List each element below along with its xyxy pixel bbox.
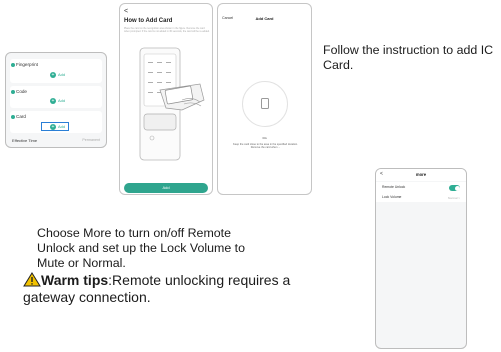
code-dot-icon (11, 90, 15, 94)
back-icon[interactable]: < (124, 8, 128, 15)
add-button[interactable]: Add (124, 183, 208, 193)
more-instruction: Choose More to turn on/off Remote Unlock… (37, 226, 246, 270)
code-add-button[interactable]: + Add (50, 98, 65, 104)
effective-time-label: Effective Time (12, 138, 38, 143)
warm-tips-title: Warm tips (41, 272, 109, 288)
card-row: Card + Add (10, 111, 102, 133)
instruction-text: Place the card on the recognition area s… (124, 27, 210, 34)
effective-time-value[interactable]: Permanent (82, 138, 100, 142)
card-dot-icon (11, 115, 15, 119)
card-title: Card (16, 114, 26, 119)
code-row: Code + Add (10, 86, 102, 108)
warning-icon (23, 272, 41, 287)
header: < more (376, 169, 466, 181)
tip-text: Keep the card close to the area in the s… (233, 143, 298, 150)
fingerprint-row: Fingerprint + Add (10, 59, 102, 83)
settings-list: Remote Unlock Lock Volume Normal > (376, 182, 466, 202)
more-screen: < more Remote Unlock Lock Volume Normal … (375, 168, 467, 349)
plus-icon: + (50, 124, 56, 130)
card-add-button[interactable]: + Add (50, 124, 65, 130)
page-title: more (415, 172, 427, 177)
plus-icon: + (50, 72, 56, 78)
fingerprint-title: Fingerprint (16, 62, 38, 67)
lock-volume-label: Lock Volume (382, 195, 402, 199)
countdown-text: 30s (262, 136, 267, 140)
plus-icon: + (50, 98, 56, 104)
toggle-knob (454, 185, 460, 191)
fingerprint-dot-icon (11, 63, 15, 67)
card-icon (261, 98, 269, 109)
page-title: How to Add Card (124, 18, 173, 24)
unlock-methods-screen: Fingerprint + Add Code + Add Card + Add Eff… (5, 52, 107, 148)
add-card-screen: Cancel Add Card 30s Keep the card close … (217, 3, 312, 195)
fingerprint-add-button[interactable]: + Add (50, 72, 65, 78)
lock-illustration (139, 47, 205, 161)
how-to-add-card-screen: < How to Add Card Place the card on the … (119, 3, 213, 195)
remote-unlock-label: Remote Unlock (382, 185, 406, 189)
page-title: Add Card (255, 16, 274, 21)
lock-volume-value[interactable]: Normal > (448, 196, 460, 200)
warm-tips: Warm tips:Remote unlocking requires a ga… (23, 272, 293, 306)
remote-unlock-toggle[interactable] (449, 185, 460, 191)
add-card-instruction: Follow the instruction to add IC Card. (323, 43, 494, 72)
code-title: Code (16, 89, 27, 94)
